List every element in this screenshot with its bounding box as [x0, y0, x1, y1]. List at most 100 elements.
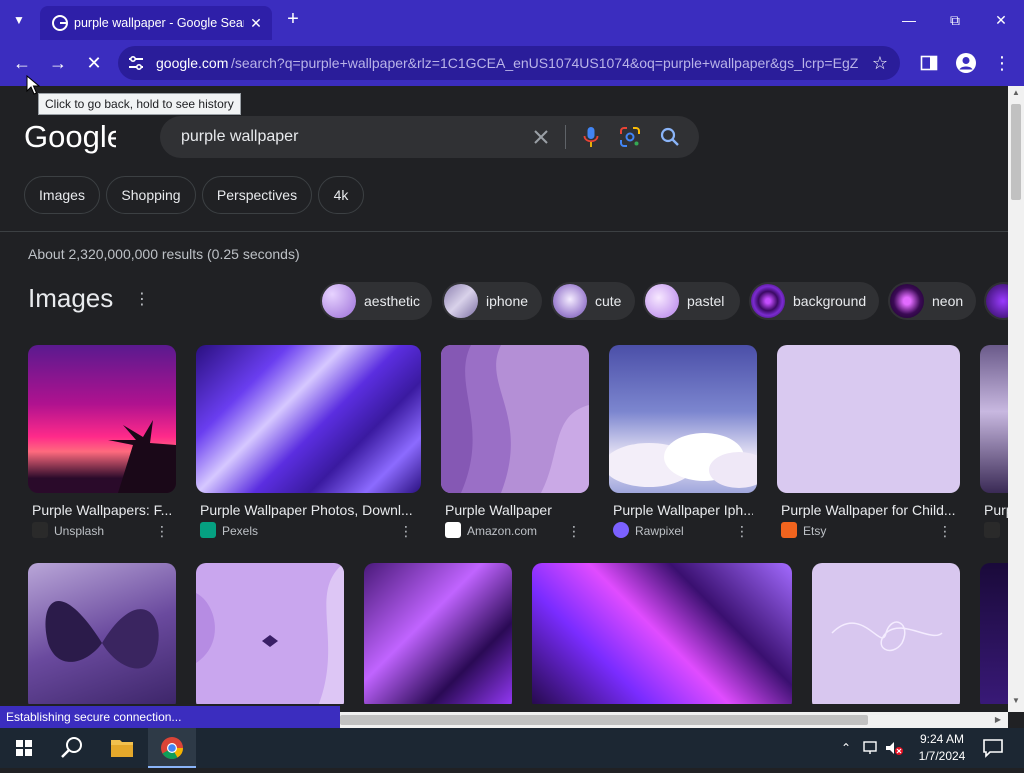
windows-start-icon[interactable] [0, 728, 48, 768]
vertical-scrollbar[interactable]: ▲ ▼ [1008, 86, 1024, 712]
filter-chip-perspectives[interactable]: Perspectives [202, 176, 312, 214]
tab-close-icon[interactable]: ✕ [246, 13, 266, 33]
wave-pattern-image [441, 345, 589, 493]
image-result-6[interactable] [980, 345, 1008, 493]
restore-icon[interactable]: ⧉ [932, 6, 978, 34]
image-result-10[interactable] [532, 563, 792, 704]
header-divider [0, 231, 1008, 232]
search-bar[interactable]: purple wallpaper [160, 116, 699, 158]
url-host: google.com [156, 55, 229, 71]
related-chip-more[interactable] [984, 282, 1008, 320]
stop-loading-button[interactable]: ✕ [80, 49, 108, 77]
image-result-caption[interactable]: Purple Wallpaper Photos, Downl... [200, 501, 412, 519]
scroll-down-arrow-icon[interactable]: ▼ [1012, 697, 1020, 705]
related-chip-neon[interactable]: neon [888, 282, 976, 320]
related-chip-label: pastel [687, 293, 725, 309]
image-result-source[interactable]: Etsy [803, 523, 826, 539]
google-lens-icon[interactable] [619, 126, 641, 148]
image-result-3[interactable] [441, 345, 589, 493]
related-chip-label: aesthetic [364, 293, 421, 309]
image-result-caption[interactable]: Purple Wallpapers: F... [32, 501, 172, 519]
search-taskbar-icon[interactable] [48, 728, 96, 768]
status-bubble: Establishing secure connection... [0, 706, 340, 728]
browser-menu-icon[interactable]: ⋮ [988, 49, 1016, 77]
back-button[interactable]: ← [8, 49, 36, 77]
related-chip-iphone[interactable]: iphone [442, 282, 542, 320]
scroll-right-arrow-icon[interactable]: ▶ [994, 716, 1002, 724]
google-favicon-icon [52, 15, 68, 31]
window-close-icon[interactable]: ✕ [978, 6, 1024, 34]
chrome-taskbar-button[interactable] [148, 728, 196, 768]
image-result-9[interactable] [364, 563, 512, 704]
forward-button[interactable]: → [44, 49, 72, 77]
side-panel-icon[interactable] [920, 54, 938, 72]
site-info-icon[interactable] [126, 53, 146, 73]
related-chip-background[interactable]: background [749, 282, 879, 320]
image-result-source[interactable]: Pexels [222, 523, 258, 539]
image-result-source[interactable]: Unsplash [54, 523, 104, 539]
tab-search-button[interactable]: ▼ [6, 8, 32, 32]
image-result-caption[interactable]: Purple Wallpaper [445, 501, 585, 519]
file-explorer-icon[interactable] [98, 728, 146, 768]
image-result-caption[interactable]: Purple Wallpaper Iph... [613, 501, 753, 519]
show-hidden-icons-icon[interactable]: ⌃ [838, 740, 854, 756]
voice-search-icon[interactable] [580, 125, 602, 149]
search-input[interactable]: purple wallpaper [181, 127, 298, 147]
image-result-menu-icon[interactable]: ⋮ [567, 522, 581, 540]
image-result-caption[interactable]: Purple Wallpaper for Child... [781, 501, 956, 519]
pexels-favicon-icon [200, 522, 216, 538]
amazon-favicon-icon [445, 522, 461, 538]
chip-thumbnail [645, 284, 679, 318]
active-tab[interactable]: purple wallpaper - Google Search ✕ [40, 6, 272, 40]
url-path: /search?q=purple+wallpaper&rlz=1C1GCEA_e… [231, 55, 859, 71]
rawpixel-favicon-icon [613, 522, 629, 538]
clear-search-icon[interactable] [530, 126, 552, 148]
browser-toolbar: ← → ✕ google.com /search?q=purple+wallpa… [0, 40, 1024, 86]
page-content: Google purple wallpaper Images Shopping … [0, 86, 1008, 704]
image-result-1[interactable] [28, 345, 176, 493]
image-result-source[interactable]: Rawpixel [635, 523, 684, 539]
chip-thumbnail [322, 284, 356, 318]
horizontal-scrollbar-thumb[interactable] [340, 715, 868, 725]
image-result-menu-icon[interactable]: ⋮ [155, 522, 169, 540]
image-result-8[interactable] [196, 563, 344, 704]
related-chip-aesthetic[interactable]: aesthetic [320, 282, 432, 320]
image-result-2[interactable] [196, 345, 421, 493]
image-result-4[interactable] [609, 345, 757, 493]
new-tab-button[interactable]: + [282, 8, 304, 32]
image-result-menu-icon[interactable]: ⋮ [399, 522, 413, 540]
google-logo[interactable]: Google [24, 120, 116, 154]
filter-chip-4k[interactable]: 4k [318, 176, 364, 214]
back-button-tooltip: Click to go back, hold to see history [38, 93, 241, 115]
butterfly-waves-image [196, 563, 344, 704]
scroll-up-arrow-icon[interactable]: ▲ [1012, 89, 1020, 97]
profile-avatar-icon[interactable] [955, 52, 977, 74]
image-result-5[interactable] [777, 345, 960, 493]
clock-date[interactable]: 1/7/2024 [902, 748, 982, 764]
filter-chip-shopping[interactable]: Shopping [106, 176, 196, 214]
unsplash-favicon-icon [32, 522, 48, 538]
network-icon[interactable] [862, 740, 880, 756]
minimize-icon[interactable]: — [886, 6, 932, 34]
images-more-options-icon[interactable]: ⋮ [134, 286, 150, 314]
notifications-icon[interactable] [982, 738, 1004, 758]
image-result-7[interactable] [28, 563, 176, 704]
bookmark-star-icon[interactable]: ☆ [870, 53, 890, 73]
volume-muted-icon[interactable] [884, 740, 904, 756]
search-icon[interactable] [659, 126, 681, 148]
clock-time[interactable]: 9:24 AM [902, 731, 982, 747]
related-chip-pastel[interactable]: pastel [643, 282, 740, 320]
mouse-cursor-icon [26, 75, 40, 95]
address-bar[interactable]: google.com /search?q=purple+wallpaper&rl… [118, 46, 900, 80]
image-result-12[interactable] [980, 563, 1008, 704]
image-result-caption[interactable]: Purp [984, 501, 1008, 519]
vertical-scrollbar-thumb[interactable] [1011, 104, 1021, 200]
chrome-icon [161, 737, 183, 759]
image-result-menu-icon[interactable]: ⋮ [938, 522, 952, 540]
related-chip-label: iphone [486, 293, 529, 309]
image-result-11[interactable] [812, 563, 960, 704]
image-result-menu-icon[interactable]: ⋮ [735, 522, 749, 540]
image-result-source[interactable]: Amazon.com [467, 523, 537, 539]
filter-chip-images[interactable]: Images [24, 176, 100, 214]
related-chip-cute[interactable]: cute [551, 282, 635, 320]
